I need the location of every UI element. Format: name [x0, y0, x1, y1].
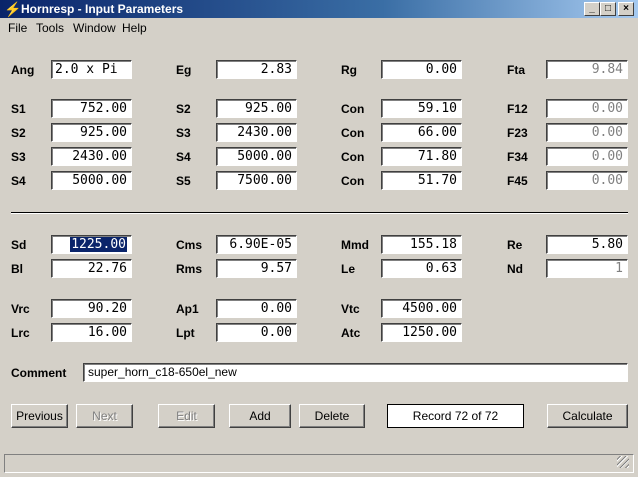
calculate-button[interactable]: Calculate	[547, 404, 628, 428]
con2-label: Con	[341, 126, 365, 140]
s2-row-label: S2	[11, 126, 26, 140]
rms-label: Rms	[176, 262, 203, 276]
mmd-label: Mmd	[341, 238, 369, 252]
con3-field[interactable]: 71.80	[381, 147, 462, 166]
le-label: Le	[341, 262, 356, 276]
f23-label: F23	[507, 126, 528, 140]
ang-label: Ang	[11, 63, 35, 77]
s2-label: S2	[176, 102, 191, 116]
rg-label: Rg	[341, 63, 357, 77]
con4-field[interactable]: 51.70	[381, 171, 462, 190]
atc-label: Atc	[341, 326, 361, 340]
s3-row-field[interactable]: 2430.00	[51, 147, 132, 166]
s5-field[interactable]: 7500.00	[216, 171, 297, 190]
eg-field[interactable]: 2.83	[216, 60, 297, 79]
s2-row-field[interactable]: 925.00	[51, 123, 132, 142]
maximize-button[interactable]: □	[600, 2, 616, 16]
f12-label: F12	[507, 102, 528, 116]
comment-label: Comment	[11, 366, 67, 380]
lrc-field[interactable]: 16.00	[51, 323, 132, 342]
menu-window[interactable]: Window	[73, 21, 116, 35]
ang-field[interactable]: 2.0 x Pi	[51, 60, 132, 79]
fta-field[interactable]: 9.84	[546, 60, 628, 79]
cms-field[interactable]: 6.90E-05	[216, 235, 297, 254]
f45-label: F45	[507, 174, 528, 188]
vrc-field[interactable]: 90.20	[51, 299, 132, 318]
cms-label: Cms	[176, 238, 203, 252]
fta-label: Fta	[507, 63, 525, 77]
section-divider	[11, 212, 628, 214]
f23-field[interactable]: 0.00	[546, 123, 628, 142]
le-field[interactable]: 0.63	[381, 259, 462, 278]
previous-button[interactable]: Previous	[11, 404, 68, 428]
menu-file[interactable]: File	[8, 21, 27, 35]
f45-field[interactable]: 0.00	[546, 171, 628, 190]
s3-label: S3	[176, 126, 191, 140]
s1-label: S1	[11, 102, 26, 116]
s4-label: S4	[176, 150, 191, 164]
s4-field[interactable]: 5000.00	[216, 147, 297, 166]
menu-help[interactable]: Help	[122, 21, 147, 35]
minimize-button[interactable]: _	[584, 2, 600, 16]
menu-tools[interactable]: Tools	[36, 21, 64, 35]
con1-field[interactable]: 59.10	[381, 99, 462, 118]
add-button[interactable]: Add	[229, 404, 291, 428]
hornresp-window: ⚡ Hornresp - Input Parameters _ □ × File…	[0, 0, 638, 477]
s2-field[interactable]: 925.00	[216, 99, 297, 118]
rms-field[interactable]: 9.57	[216, 259, 297, 278]
bl-field[interactable]: 22.76	[51, 259, 132, 278]
con4-label: Con	[341, 174, 365, 188]
vtc-label: Vtc	[341, 302, 360, 316]
eg-label: Eg	[176, 63, 192, 77]
lrc-label: Lrc	[11, 326, 30, 340]
con3-label: Con	[341, 150, 365, 164]
sd-value-selected: 1225.00	[70, 237, 127, 252]
con1-label: Con	[341, 102, 365, 116]
s1-field[interactable]: 752.00	[51, 99, 132, 118]
s5-label: S5	[176, 174, 191, 188]
nd-field[interactable]: 1	[546, 259, 628, 278]
edit-button[interactable]: Edit	[158, 404, 215, 428]
next-button[interactable]: Next	[76, 404, 133, 428]
s3-row-label: S3	[11, 150, 26, 164]
lpt-field[interactable]: 0.00	[216, 323, 297, 342]
con2-field[interactable]: 66.00	[381, 123, 462, 142]
f34-field[interactable]: 0.00	[546, 147, 628, 166]
ap1-field[interactable]: 0.00	[216, 299, 297, 318]
comment-field[interactable]: super_horn_c18-650el_new	[83, 363, 628, 382]
lpt-label: Lpt	[176, 326, 195, 340]
f34-label: F34	[507, 150, 528, 164]
nd-label: Nd	[507, 262, 523, 276]
lightning-bolt-icon: ⚡	[4, 1, 22, 17]
f12-field[interactable]: 0.00	[546, 99, 628, 118]
menu-bar: File Tools Window Help	[0, 19, 638, 37]
resize-grip-icon[interactable]	[617, 456, 629, 468]
s3-field[interactable]: 2430.00	[216, 123, 297, 142]
s4-row-label: S4	[11, 174, 26, 188]
close-button[interactable]: ×	[618, 2, 634, 16]
rg-field[interactable]: 0.00	[381, 60, 462, 79]
vtc-field[interactable]: 4500.00	[381, 299, 462, 318]
record-indicator: Record 72 of 72	[387, 404, 524, 428]
mmd-field[interactable]: 155.18	[381, 235, 462, 254]
window-title: Hornresp - Input Parameters	[21, 2, 184, 16]
sd-field[interactable]: 1225.00	[51, 235, 132, 254]
atc-field[interactable]: 1250.00	[381, 323, 462, 342]
re-label: Re	[507, 238, 523, 252]
title-bar[interactable]: ⚡ Hornresp - Input Parameters _ □ ×	[0, 0, 638, 18]
delete-button[interactable]: Delete	[299, 404, 365, 428]
re-field[interactable]: 5.80	[546, 235, 628, 254]
bl-label: Bl	[11, 262, 23, 276]
status-bar	[4, 454, 634, 473]
ap1-label: Ap1	[176, 302, 199, 316]
s4-row-field[interactable]: 5000.00	[51, 171, 132, 190]
sd-label: Sd	[11, 238, 27, 252]
vrc-label: Vrc	[11, 302, 30, 316]
